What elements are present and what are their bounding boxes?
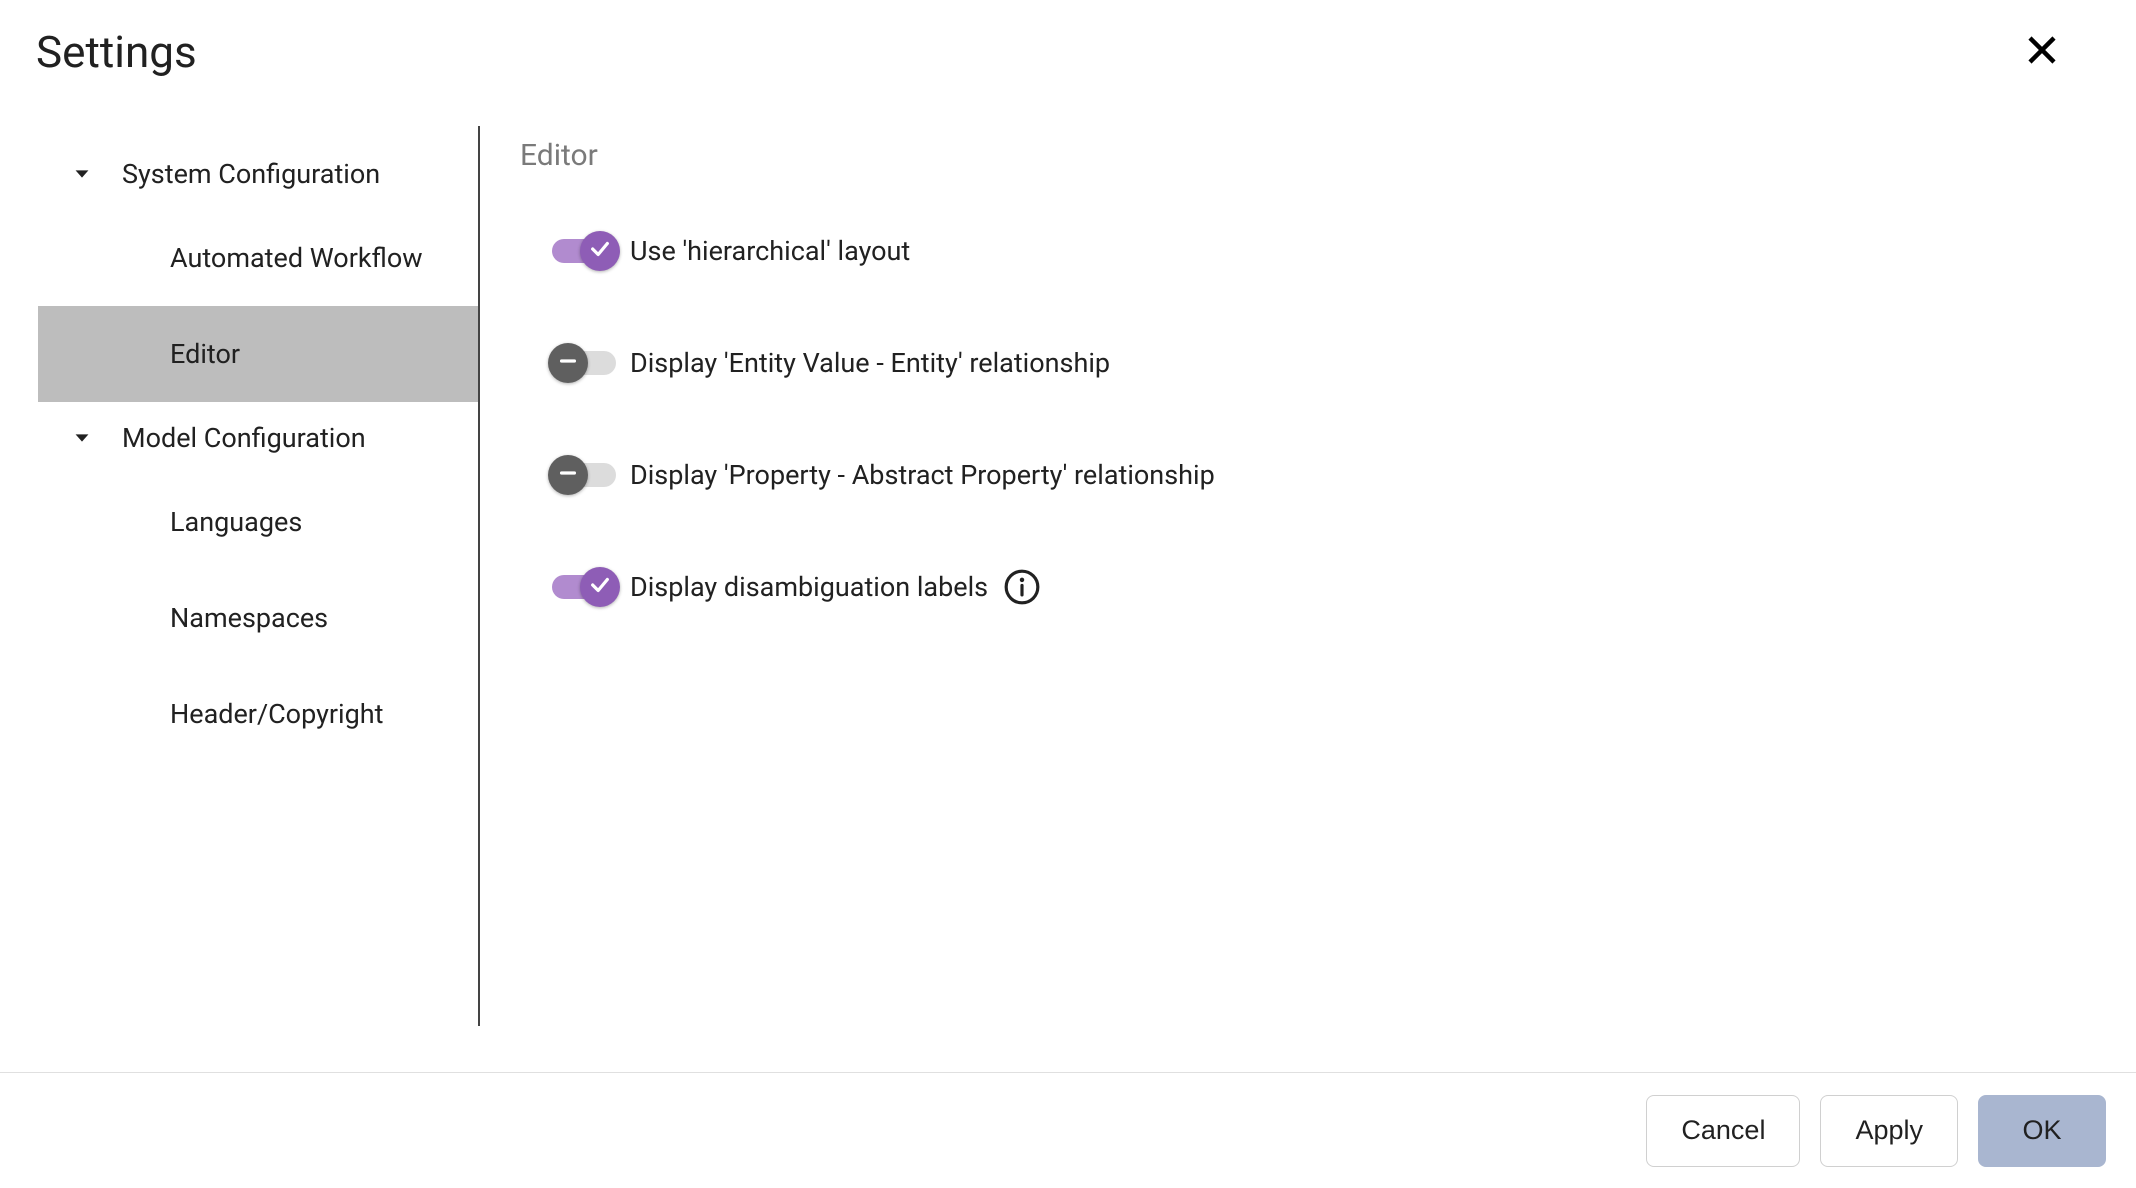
sidebar-item-automated-workflow[interactable]: Automated Workflow	[38, 210, 478, 306]
sidebar-item-label: Automated Workflow	[170, 242, 423, 274]
ok-button[interactable]: OK	[1978, 1095, 2106, 1167]
sidebar-item-label: Namespaces	[170, 602, 328, 634]
sidebar-item-namespaces[interactable]: Namespaces	[38, 570, 478, 666]
toggle-entity-value-relationship[interactable]	[548, 343, 620, 383]
toggle-disambiguation-labels[interactable]	[548, 567, 620, 607]
sidebar-group-model-configuration[interactable]: Model Configuration	[38, 402, 478, 474]
dialog-title: Settings	[36, 26, 197, 78]
sidebar-group-label: Model Configuration	[122, 422, 366, 454]
toggle-row-disambiguation-labels: Display disambiguation labels	[548, 567, 2096, 607]
dialog-footer: Cancel Apply OK	[0, 1072, 2136, 1188]
toggle-row-entity-value-relationship: Display 'Entity Value - Entity' relation…	[548, 343, 2096, 383]
sidebar-item-languages[interactable]: Languages	[38, 474, 478, 570]
minus-icon	[557, 462, 579, 488]
content-title: Editor	[520, 138, 2096, 173]
check-icon	[589, 238, 611, 264]
settings-dialog: Settings System Configuration Automated …	[0, 0, 2136, 1188]
sidebar-group-label: System Configuration	[122, 158, 380, 190]
toggle-label: Use 'hierarchical' layout	[630, 235, 910, 267]
close-icon	[2024, 32, 2060, 72]
toggle-label: Display disambiguation labels	[630, 571, 988, 603]
toggle-row-hierarchical-layout: Use 'hierarchical' layout	[548, 231, 2096, 271]
close-button[interactable]	[2018, 28, 2066, 76]
toggle-label: Display 'Property - Abstract Property' r…	[630, 459, 1215, 491]
sidebar-item-header-copyright[interactable]: Header/Copyright	[38, 666, 478, 762]
chevron-down-icon	[70, 426, 94, 450]
toggle-label: Display 'Entity Value - Entity' relation…	[630, 347, 1110, 379]
switch-thumb	[580, 231, 620, 271]
dialog-header: Settings	[0, 0, 2136, 96]
minus-icon	[557, 350, 579, 376]
check-icon	[589, 574, 611, 600]
toggle-row-property-abstract-relationship: Display 'Property - Abstract Property' r…	[548, 455, 2096, 495]
info-icon[interactable]	[1002, 567, 1042, 607]
cancel-button[interactable]: Cancel	[1646, 1095, 1800, 1167]
toggle-property-abstract-relationship[interactable]	[548, 455, 620, 495]
settings-sidebar: System Configuration Automated Workflow …	[0, 126, 480, 1026]
switch-thumb	[548, 343, 588, 383]
switch-thumb	[548, 455, 588, 495]
sidebar-item-editor[interactable]: Editor	[38, 306, 478, 402]
sidebar-item-label: Header/Copyright	[170, 698, 383, 730]
switch-thumb	[580, 567, 620, 607]
sidebar-item-label: Languages	[170, 506, 302, 538]
chevron-down-icon	[70, 162, 94, 186]
sidebar-group-system-configuration[interactable]: System Configuration	[38, 138, 478, 210]
dialog-body: System Configuration Automated Workflow …	[0, 96, 2136, 1072]
toggle-hierarchical-layout[interactable]	[548, 231, 620, 271]
settings-content: Editor Use 'hierarchical' layout	[480, 126, 2136, 1072]
apply-button[interactable]: Apply	[1820, 1095, 1958, 1167]
sidebar-item-label: Editor	[170, 338, 240, 370]
